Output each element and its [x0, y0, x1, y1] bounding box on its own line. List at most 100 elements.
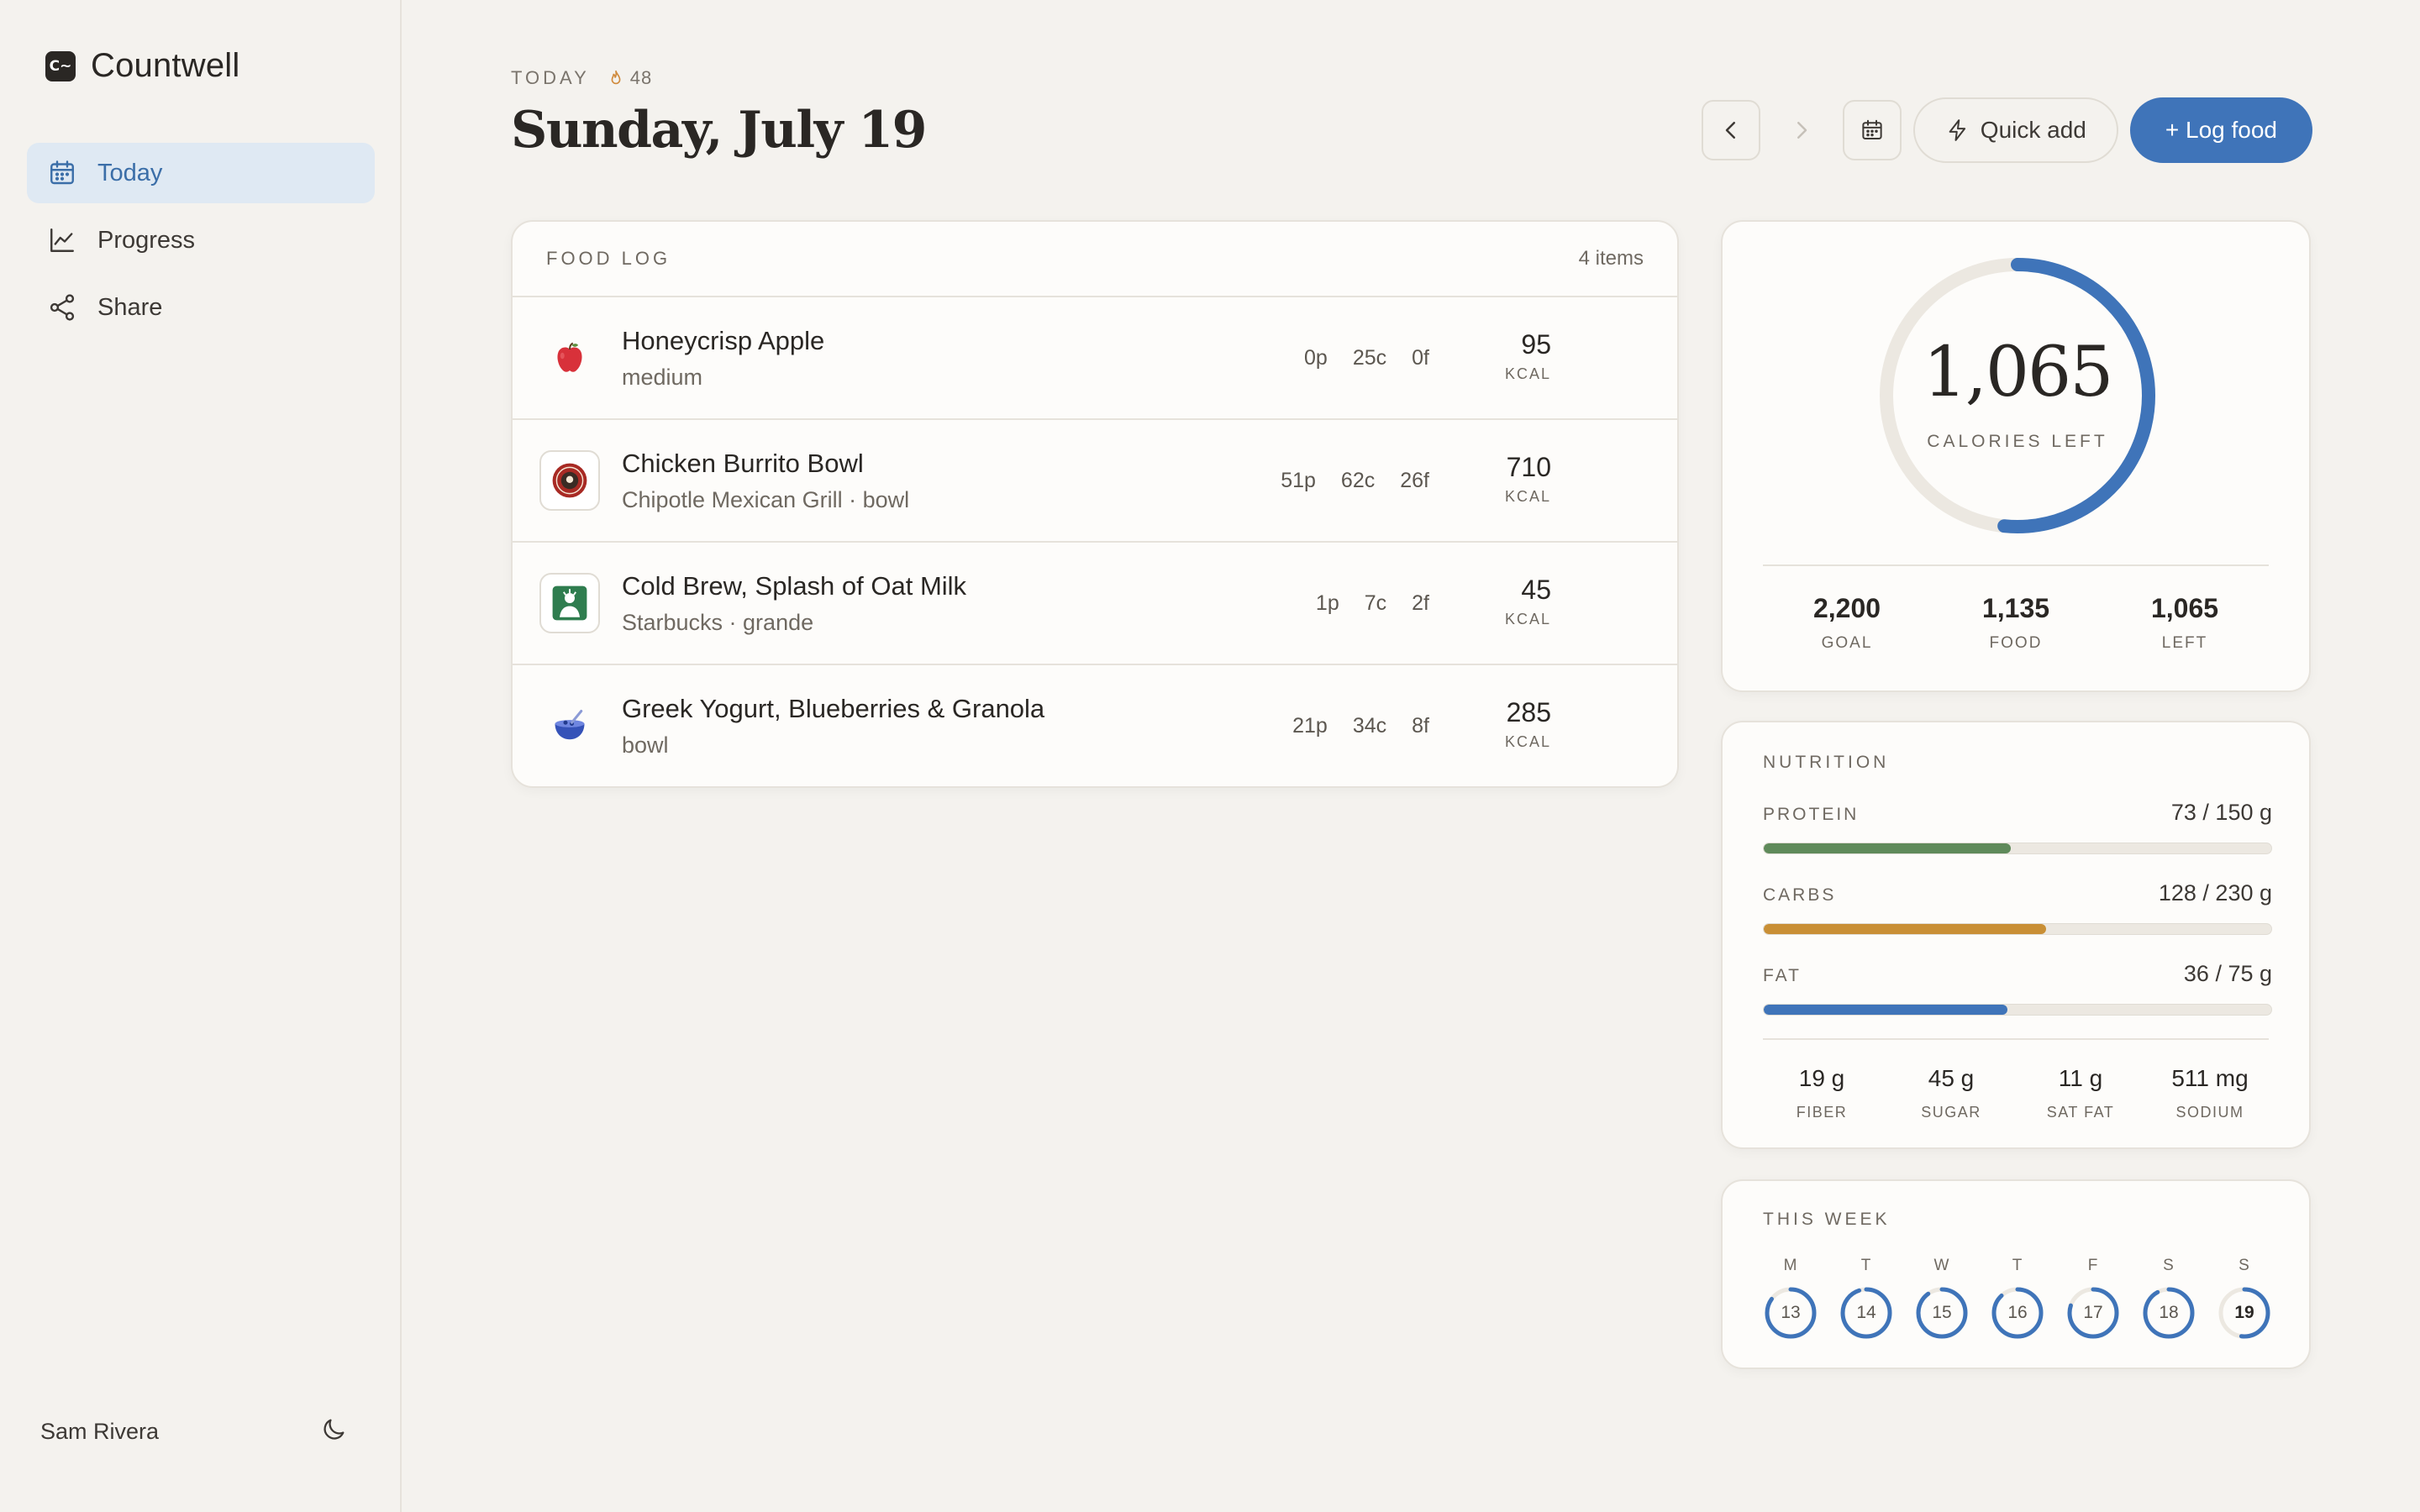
day-thursday[interactable]: T 16 [1990, 1257, 2045, 1341]
calendar-button[interactable] [1842, 100, 1902, 160]
day-wednesday[interactable]: W 15 [1914, 1257, 1970, 1341]
sugar-label: SUGAR [1921, 1104, 1981, 1121]
kcal-value: 285 [1506, 697, 1551, 727]
carbs-bar-fill [1764, 924, 2047, 934]
left-value: 1,065 [2150, 593, 2219, 623]
log-food-button[interactable]: + Log food [2129, 97, 2312, 163]
day-letter: W [1933, 1257, 1950, 1274]
user-row: Sam Rivera [40, 1415, 348, 1448]
yogurt-bowl-icon [539, 696, 600, 756]
page-header: TODAY 48 Sunday, July 19 [511, 67, 927, 160]
sodium-label: SODIUM [2175, 1104, 2244, 1121]
food-log-title: FOOD LOG [546, 248, 671, 269]
food-macros: 0p 25c 0f [1304, 346, 1429, 370]
day-sunday[interactable]: S 19 [2217, 1257, 2272, 1341]
sat-fat-value: 11 g [2058, 1065, 2103, 1091]
carbs-value: 34c [1352, 714, 1387, 738]
protein-value: 21p [1292, 714, 1328, 738]
flame-icon [611, 70, 621, 85]
macro-name: PROTEIN [1763, 805, 1860, 824]
page-title: Sunday, July 19 [511, 101, 927, 160]
day-number: 16 [2007, 1303, 2028, 1322]
moon-icon[interactable] [319, 1415, 348, 1448]
day-letter: M [1783, 1257, 1798, 1274]
left-stat: 1,065 LEFT [2101, 593, 2269, 653]
sidebar-item-label: Progress [97, 226, 196, 254]
micronutrients: 19 g FIBER 45 g SUGAR 11 g SAT FAT 511 m… [1763, 1065, 2269, 1121]
sidebar-item-label: Today [97, 159, 163, 186]
apple-icon [539, 328, 600, 388]
carbs-value: 25c [1352, 346, 1387, 370]
divider [1763, 564, 2269, 566]
calorie-stats: 2,200 GOAL 1,135 FOOD 1,065 LEFT [1763, 593, 2269, 653]
food-row[interactable]: Greek Yogurt, Blueberries & Granola bowl… [513, 665, 1677, 786]
day-letter: S [2238, 1257, 2250, 1274]
kcal-value: 95 [1521, 329, 1551, 360]
quick-add-label: Quick add [1980, 117, 2086, 143]
food-name: Greek Yogurt, Blueberries & Granola [622, 694, 1045, 723]
carbs-bar [1763, 923, 2272, 935]
day-ring: 19 [2217, 1285, 2272, 1341]
quick-add-button[interactable]: Quick add [1912, 97, 2118, 163]
prev-day-button[interactable] [1701, 100, 1760, 160]
sugar-stat: 45 g SUGAR [1892, 1065, 2010, 1121]
chevron-right-icon [1797, 122, 1807, 139]
fat-bar [1763, 1004, 2272, 1016]
sodium-stat: 511 mg SODIUM [2151, 1065, 2269, 1121]
calories-ring: 1,065 CALORIES LEFT [1874, 252, 2161, 539]
food-row[interactable]: Cold Brew, Splash of Oat Milk Starbucks … [513, 543, 1677, 665]
fat-value: 26f [1400, 469, 1429, 492]
goal-value: 2,200 [1812, 593, 1881, 623]
food-macros: 51p 62c 26f [1281, 469, 1429, 493]
streak-badge: 48 [607, 67, 652, 89]
sidebar-item-today[interactable]: Today [27, 143, 375, 203]
calories-left-value: 1,065 [1923, 333, 2114, 412]
fiber-value: 19 g [1798, 1065, 1845, 1091]
food-serving: bowl [622, 732, 669, 758]
countwell-logo-icon: C~ [45, 50, 76, 81]
food-name: Honeycrisp Apple [622, 326, 825, 355]
food-kcal: 45 KCAL [1505, 575, 1551, 628]
line-chart-icon [50, 228, 74, 252]
sat-fat-stat: 11 g SAT FAT [2022, 1065, 2139, 1121]
kcal-value: 710 [1506, 452, 1551, 482]
next-day-button[interactable] [1771, 100, 1831, 160]
left-label: LEFT [2161, 634, 2208, 652]
day-tuesday[interactable]: T 14 [1839, 1257, 1894, 1341]
day-monday[interactable]: M 13 [1763, 1257, 1818, 1341]
this-week-card: THIS WEEK M 13 T 14 W 15 T 16 F 17 S 18 … [1721, 1179, 2311, 1369]
day-ring: 14 [1839, 1285, 1894, 1341]
day-number: 14 [1856, 1303, 1876, 1322]
carbs-row: CARBS 128 / 230 g [1763, 880, 2272, 935]
food-log-card: FOOD LOG 4 items Honeycrisp Apple medium… [511, 220, 1679, 788]
sidebar: C~ Countwell Today Progress Share Sam Ri… [0, 0, 402, 1512]
kcal-unit: KCAL [1504, 365, 1551, 382]
food-kcal: 710 KCAL [1505, 452, 1551, 506]
share-icon [50, 294, 75, 321]
user-name[interactable]: Sam Rivera [40, 1419, 159, 1445]
sidebar-item-progress[interactable]: Progress [27, 210, 375, 270]
app-name: Countwell [91, 47, 240, 84]
sugar-value: 45 g [1928, 1065, 1975, 1091]
day-saturday[interactable]: S 18 [2141, 1257, 2196, 1341]
food-value: 1,135 [1981, 593, 2050, 623]
food-macros: 1p 7c 2f [1316, 591, 1429, 616]
food-name: Cold Brew, Splash of Oat Milk [622, 571, 967, 601]
day-ring: 17 [2065, 1285, 2121, 1341]
lightning-icon [1949, 119, 1965, 141]
fat-bar-fill [1764, 1005, 2007, 1015]
sat-fat-label: SAT FAT [2046, 1104, 2115, 1121]
food-label: FOOD [1989, 634, 2043, 652]
sidebar-item-share[interactable]: Share [27, 277, 375, 338]
today-label: TODAY [511, 67, 590, 88]
day-ring: 13 [1763, 1285, 1818, 1341]
divider [1763, 1038, 2269, 1040]
day-letter: F [2087, 1257, 2099, 1274]
calendar-icon [1862, 119, 1882, 139]
day-number: 19 [2234, 1303, 2254, 1322]
food-row[interactable]: Chicken Burrito Bowl Chipotle Mexican Gr… [513, 420, 1677, 543]
day-friday[interactable]: F 17 [2065, 1257, 2121, 1341]
fat-value: 8f [1412, 714, 1429, 738]
brand[interactable]: C~ Countwell [45, 47, 239, 85]
food-row[interactable]: Honeycrisp Apple medium 0p 25c 0f 95 KCA… [513, 297, 1677, 420]
